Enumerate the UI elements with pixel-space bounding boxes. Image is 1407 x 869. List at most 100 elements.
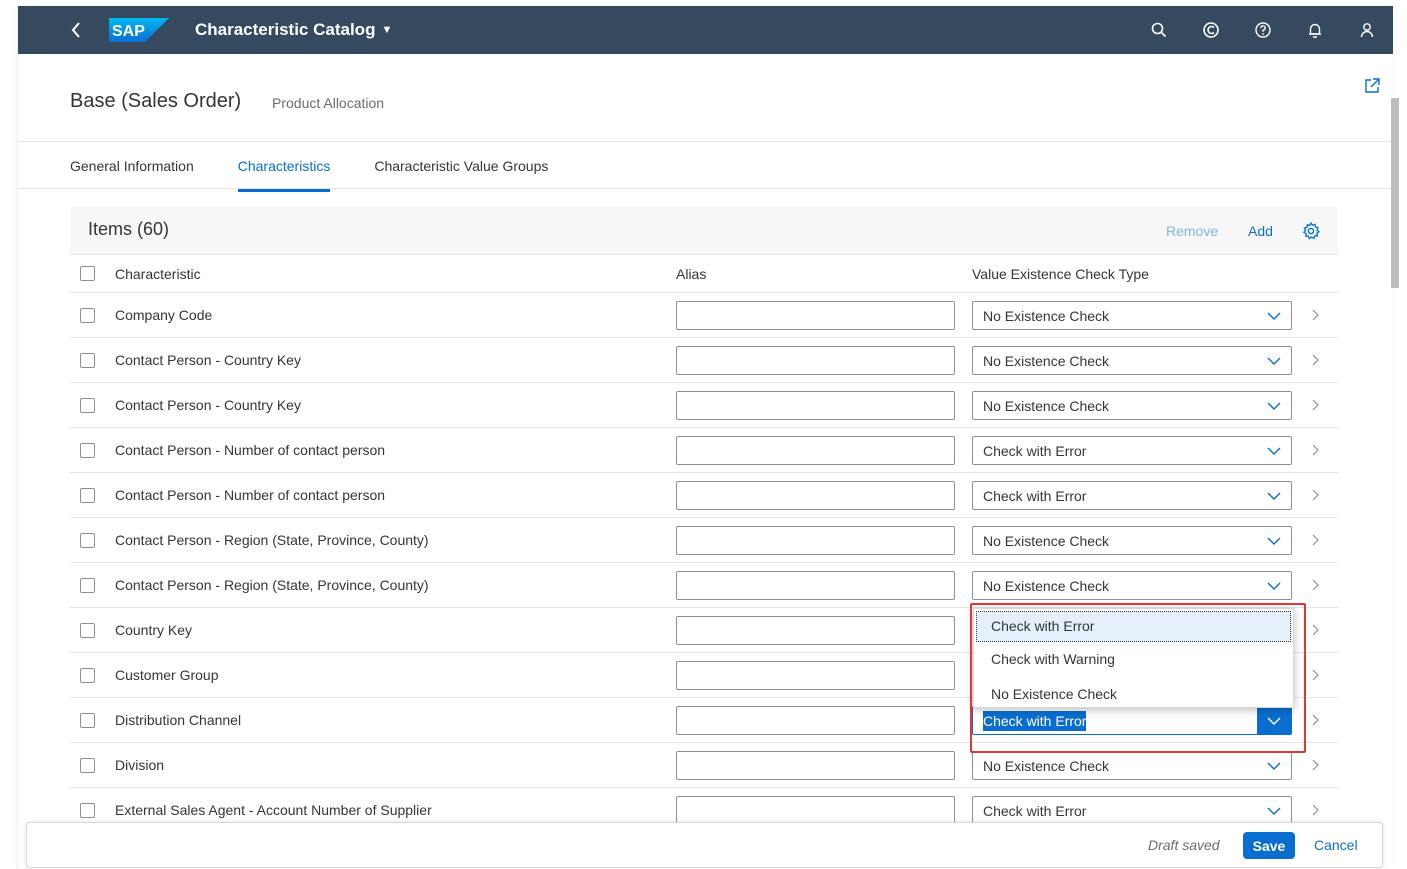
back-button[interactable] [68,18,84,42]
table-row[interactable]: Contact Person - Region (State, Province… [70,563,1338,608]
row-checkbox[interactable] [80,353,95,368]
chevron-down-icon[interactable] [1257,347,1291,374]
alias-input[interactable] [676,571,955,600]
row-checkbox[interactable] [80,398,95,413]
alias-input[interactable] [676,346,955,375]
tab-bar: General Information Characteristics Char… [70,142,592,192]
characteristic-cell: Contact Person - Country Key [115,352,301,368]
chevron-down-icon[interactable] [1257,572,1291,599]
alias-input[interactable] [676,661,955,690]
table-row[interactable]: Company Code No Existence Check [70,293,1338,338]
search-icon[interactable] [1133,6,1185,54]
chevron-right-icon[interactable] [1310,397,1320,413]
copilot-icon[interactable] [1185,6,1237,54]
table-row[interactable]: Division No Existence Check [70,743,1338,788]
alias-input[interactable] [676,391,955,420]
chevron-right-icon[interactable] [1310,622,1320,638]
tab-general-information[interactable]: General Information [70,142,194,190]
chevron-down-icon[interactable] [1257,752,1291,779]
chevron-right-icon[interactable] [1310,802,1320,818]
chevron-down-icon[interactable] [1257,797,1291,824]
alias-input[interactable] [676,481,955,510]
row-checkbox[interactable] [80,713,95,728]
chevron-right-icon[interactable] [1310,667,1320,683]
user-icon[interactable] [1341,6,1393,54]
chevron-right-icon[interactable] [1310,442,1320,458]
chevron-down-icon[interactable] [1257,482,1291,509]
page-subtitle: Product Allocation [272,95,385,111]
chevron-right-icon[interactable] [1310,712,1320,728]
table-row[interactable]: Contact Person - Country Key No Existenc… [70,383,1338,428]
save-button[interactable]: Save [1243,832,1295,859]
chevron-right-icon[interactable] [1310,307,1320,323]
row-checkbox[interactable] [80,488,95,503]
alias-input[interactable] [676,796,955,825]
select-value: No Existence Check [983,308,1110,324]
check-type-select[interactable]: Check with Error [972,436,1292,465]
chevron-down-icon[interactable] [1257,437,1291,464]
check-type-select[interactable]: No Existence Check [972,346,1292,375]
tab-characteristics[interactable]: Characteristics [237,142,330,192]
settings-icon[interactable] [1301,221,1321,241]
chevron-right-icon[interactable] [1310,757,1320,773]
dropdown-option[interactable]: Check with Warning [974,642,1293,677]
row-checkbox[interactable] [80,443,95,458]
alias-input[interactable] [676,751,955,780]
characteristic-cell: Contact Person - Number of contact perso… [115,487,386,503]
alias-input[interactable] [676,436,955,465]
chevron-down-icon[interactable] [1257,392,1291,419]
column-header-check-type[interactable]: Value Existence Check Type [972,266,1149,282]
table-row[interactable]: Contact Person - Number of contact perso… [70,473,1338,518]
row-checkbox[interactable] [80,533,95,548]
select-value: Check with Error [983,488,1087,504]
app-title-menu[interactable]: Characteristic Catalog ▼ [195,20,392,40]
table-row[interactable]: Contact Person - Region (State, Province… [70,518,1338,563]
alias-input[interactable] [676,301,955,330]
characteristic-cell: Contact Person - Number of contact perso… [115,442,386,458]
characteristic-cell: Customer Group [115,667,219,683]
table-row[interactable]: Contact Person - Number of contact perso… [70,428,1338,473]
dropdown-option[interactable]: No Existence Check [974,677,1293,712]
remove-button[interactable]: Remove [1166,223,1218,239]
row-checkbox[interactable] [80,758,95,773]
sap-logo[interactable]: SAP [109,18,169,42]
check-type-select[interactable]: No Existence Check [972,301,1292,330]
column-header-characteristic[interactable]: Characteristic [115,266,201,282]
dropdown-option[interactable]: Check with Error [976,611,1291,642]
help-icon[interactable] [1237,6,1289,54]
alias-input[interactable] [676,616,955,645]
window-margin [0,0,18,869]
select-all-checkbox[interactable] [80,266,95,281]
check-type-select[interactable]: Check with Error [972,481,1292,510]
check-type-select[interactable]: No Existence Check [972,391,1292,420]
row-checkbox[interactable] [80,578,95,593]
check-type-select[interactable]: No Existence Check [972,526,1292,555]
alias-input[interactable] [676,706,955,735]
alias-input[interactable] [676,526,955,555]
row-checkbox[interactable] [80,803,95,818]
cancel-button[interactable]: Cancel [1314,837,1358,853]
row-checkbox[interactable] [80,308,95,323]
check-type-select[interactable]: No Existence Check [972,571,1292,600]
row-checkbox[interactable] [80,623,95,638]
table-row[interactable]: Contact Person - Country Key No Existenc… [70,338,1338,383]
shell-actions [1133,6,1393,54]
add-button[interactable]: Add [1248,223,1273,239]
chevron-down-icon[interactable] [1257,527,1291,554]
chevron-right-icon[interactable] [1310,487,1320,503]
chevron-right-icon[interactable] [1310,577,1320,593]
table-toolbar: Items (60) Remove Add [70,207,1338,255]
chevron-right-icon[interactable] [1310,532,1320,548]
divider [18,188,1393,189]
chevron-down-icon[interactable] [1257,302,1291,329]
select-value: No Existence Check [983,758,1110,774]
notifications-icon[interactable] [1289,6,1341,54]
chevron-right-icon[interactable] [1310,352,1320,368]
tab-characteristic-value-groups[interactable]: Characteristic Value Groups [374,142,548,190]
row-checkbox[interactable] [80,668,95,683]
check-type-select[interactable]: No Existence Check [972,751,1292,780]
share-icon[interactable] [1362,76,1382,96]
check-type-select[interactable]: Check with Error [972,796,1292,825]
column-header-alias[interactable]: Alias [676,266,706,282]
page-scrollbar[interactable] [1391,98,1399,288]
